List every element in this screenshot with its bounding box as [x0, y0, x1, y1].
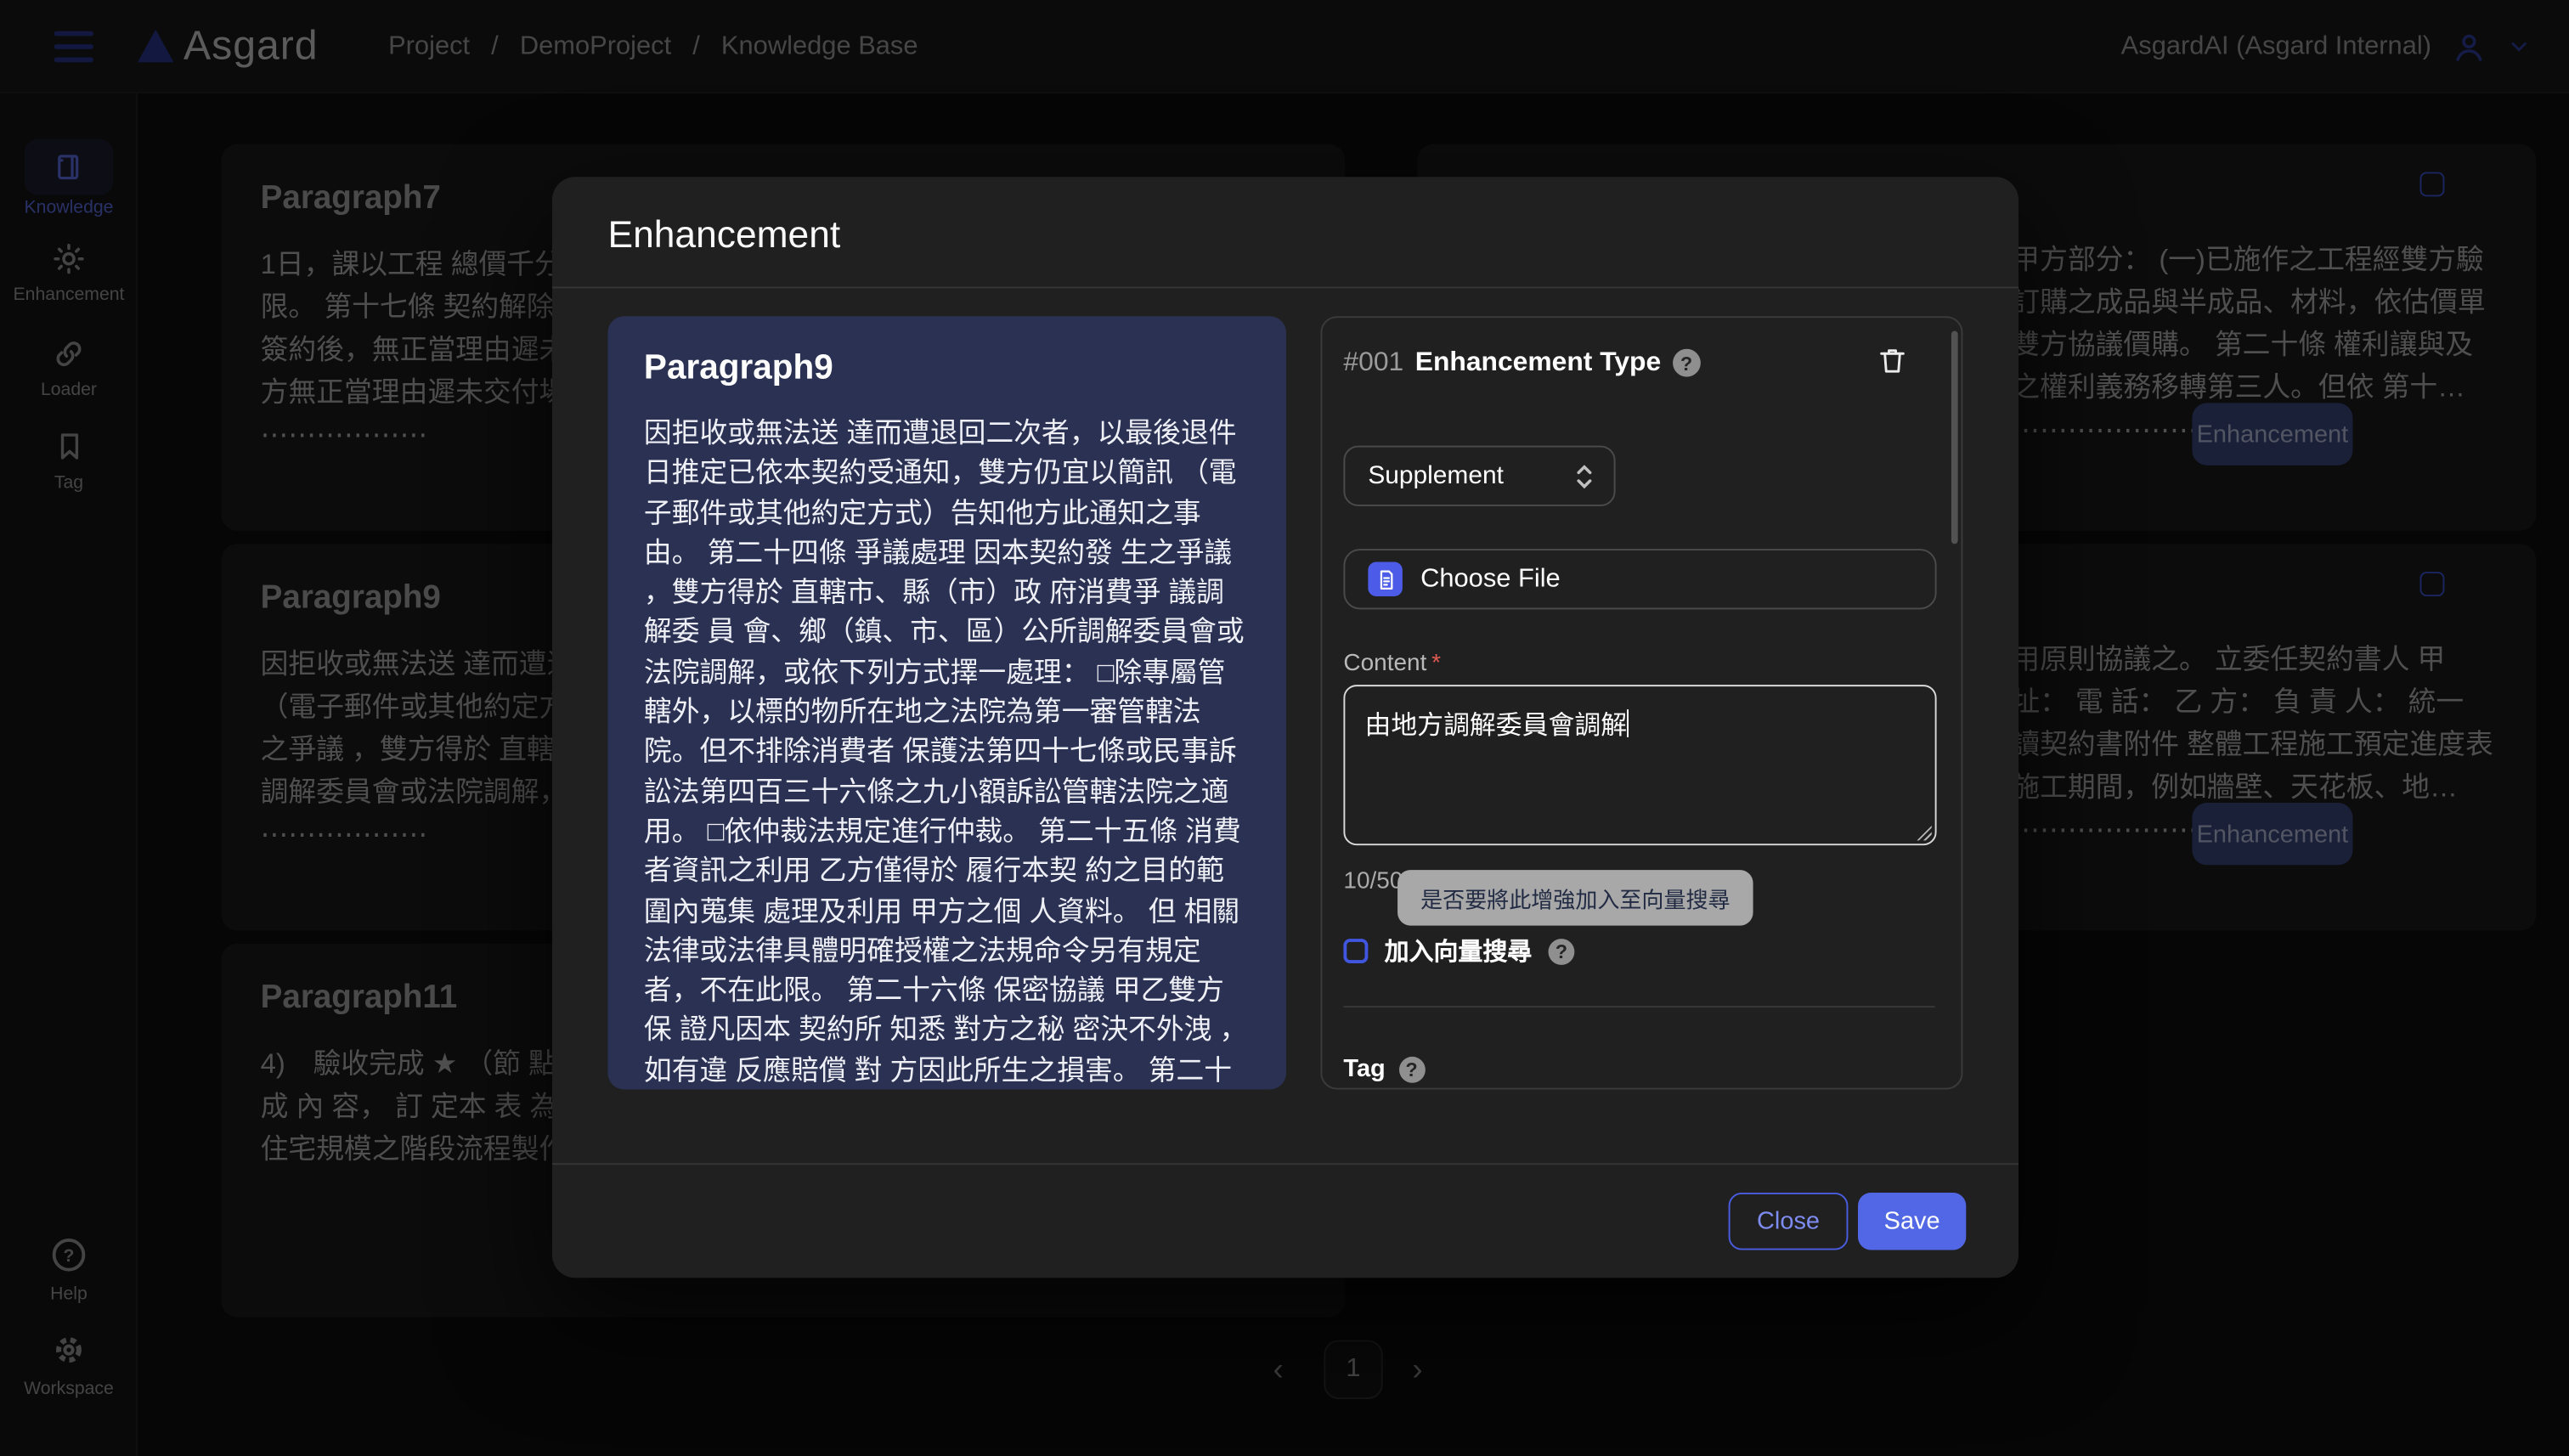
vector-search-checkbox[interactable] — [1343, 939, 1368, 963]
content-field-label: Content* — [1343, 651, 1441, 677]
source-paragraph-panel: Paragraph9 因拒收或無法送 達而遭退回二次者，以最後退件日推定已依本契… — [607, 316, 1285, 1089]
file-icon — [1368, 562, 1403, 595]
save-button[interactable]: Save — [1858, 1193, 1966, 1250]
tag-label: Tag — [1343, 1055, 1385, 1083]
item-title: Enhancement Type — [1415, 347, 1661, 379]
text-cursor — [1627, 709, 1629, 737]
form-divider — [1343, 1006, 1934, 1007]
app-window: Asgard Project / DemoProject / Knowledge… — [0, 0, 2569, 1456]
enhancement-form-panel: #001 Enhancement Type ? Supplement Choos… — [1320, 316, 1962, 1089]
selected-type-value: Supplement — [1368, 461, 1504, 491]
enhancement-item-header: #001 Enhancement Type ? — [1343, 347, 1700, 379]
enhancement-type-select[interactable]: Supplement — [1343, 446, 1615, 506]
help-circle-icon[interactable]: ? — [1673, 349, 1701, 377]
modal-footer-divider — [552, 1163, 2019, 1165]
help-circle-icon[interactable]: ? — [1398, 1056, 1425, 1082]
item-number: #001 — [1343, 347, 1403, 379]
choose-file-label: Choose File — [1420, 564, 1561, 594]
source-paragraph-title: Paragraph9 — [644, 349, 1251, 388]
help-circle-icon[interactable]: ? — [1549, 938, 1575, 964]
scrollbar-thumb[interactable] — [1951, 331, 1958, 545]
content-textarea[interactable]: 由地方調解委員會調解 — [1343, 685, 1936, 845]
vector-search-label: 加入向量搜尋 — [1385, 934, 1533, 968]
resize-handle-icon[interactable] — [1915, 824, 1931, 840]
content-value: 由地方調解委員會調解 — [1364, 713, 1627, 741]
choose-file-button[interactable]: Choose File — [1343, 549, 1936, 609]
delete-enhancement-icon[interactable] — [1876, 344, 1909, 377]
close-button[interactable]: Close — [1729, 1193, 1849, 1250]
modal-header-divider — [552, 286, 2019, 288]
select-chevrons-icon — [1574, 460, 1594, 493]
vector-search-row: 加入向量搜尋 ? — [1343, 934, 1574, 968]
tag-section: Tag ? — [1343, 1055, 1425, 1083]
source-paragraph-text: 因拒收或無法送 達而遭退回二次者，以最後退件日推定已依本契約受通知，雙方仍宜以簡… — [644, 415, 1251, 1090]
modal-title: Enhancement — [607, 213, 840, 257]
enhancement-modal: Enhancement Paragraph9 因拒收或無法送 達而遭退回二次者，… — [552, 177, 2019, 1278]
required-asterisk: * — [1431, 651, 1441, 677]
vector-search-tooltip: 是否要將此增強加入至向量搜尋 — [1397, 870, 1753, 926]
